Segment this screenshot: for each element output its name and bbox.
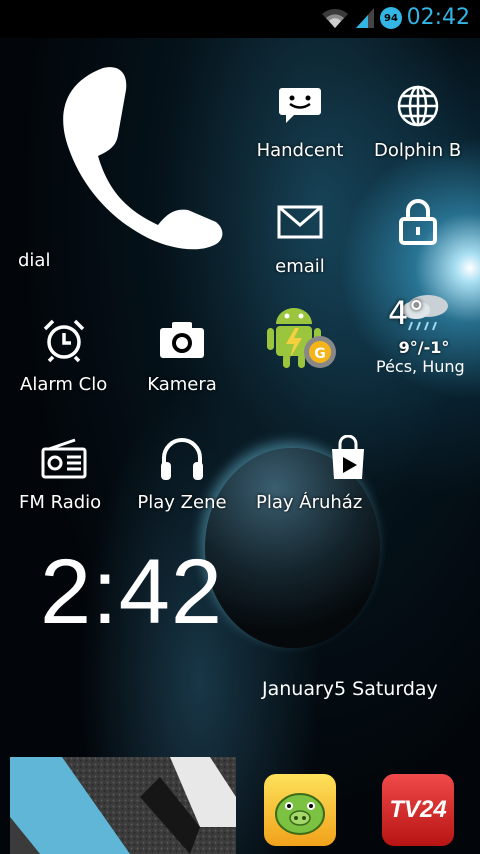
- weather-range: 9°/-1°: [398, 338, 450, 357]
- weather-location: Pécs, Hung: [376, 357, 465, 376]
- app-label: FM Radio: [19, 492, 102, 513]
- weather-widget[interactable]: 4° 9°/-1° Pécs, Hung: [374, 292, 474, 376]
- shopping-bag-icon: [328, 428, 368, 488]
- app-label: Play Áruház: [256, 492, 363, 513]
- alarm-clock-icon: [34, 310, 94, 370]
- signal-icon: [356, 8, 374, 28]
- app-alarm-clock[interactable]: Alarm Clo: [16, 310, 112, 395]
- app-label: Kamera: [147, 374, 217, 395]
- app-play-zene[interactable]: Play Zene: [134, 428, 230, 513]
- message-icon: [270, 76, 330, 136]
- tv24-icon[interactable]: TV24: [382, 774, 454, 846]
- weather-temperature: 4°: [388, 294, 425, 332]
- app-email[interactable]: email: [252, 192, 348, 277]
- tv24-label: TV24: [389, 796, 447, 823]
- app-label: email: [275, 256, 325, 277]
- battery-icon: 94: [380, 7, 402, 29]
- bad-piggies-icon[interactable]: [264, 774, 336, 846]
- phone-icon: [63, 67, 223, 250]
- app-label: Alarm Clo: [20, 374, 108, 395]
- camera-icon: [152, 310, 212, 370]
- photo-widget[interactable]: [10, 757, 236, 854]
- wifi-icon: [322, 8, 348, 28]
- clock-date: January5 Saturday: [262, 678, 438, 700]
- radio-icon: [34, 428, 94, 488]
- app-lock[interactable]: [388, 192, 448, 252]
- envelope-icon: [270, 192, 330, 252]
- status-icons: 94: [320, 6, 402, 30]
- app-dial[interactable]: dial: [8, 60, 223, 271]
- status-bar: 94 02:42: [0, 0, 480, 38]
- globe-icon: [388, 76, 448, 136]
- photo-image: [10, 757, 236, 854]
- app-play-aruhaz[interactable]: Play Áruház: [252, 428, 372, 513]
- app-handcent[interactable]: Handcent: [252, 76, 348, 161]
- android-gear-icon: G: [267, 308, 336, 368]
- lock-icon: [388, 192, 448, 252]
- app-fm-radio[interactable]: FM Radio: [16, 428, 112, 513]
- app-label: Play Zene: [137, 492, 227, 513]
- app-android-tool[interactable]: G: [262, 300, 342, 376]
- app-kamera[interactable]: Kamera: [134, 310, 230, 395]
- pig-face: [275, 793, 325, 835]
- headphones-icon: [152, 428, 212, 488]
- app-label: Dolphin B: [374, 140, 462, 161]
- svg-text:G: G: [314, 346, 326, 362]
- app-label: Handcent: [256, 140, 344, 161]
- app-dolphin[interactable]: Dolphin B: [370, 76, 466, 161]
- status-time: 02:42: [406, 5, 470, 30]
- app-label: dial: [18, 250, 51, 271]
- clock-time[interactable]: 2:42: [40, 540, 223, 645]
- weather-icon: 4°: [374, 292, 474, 334]
